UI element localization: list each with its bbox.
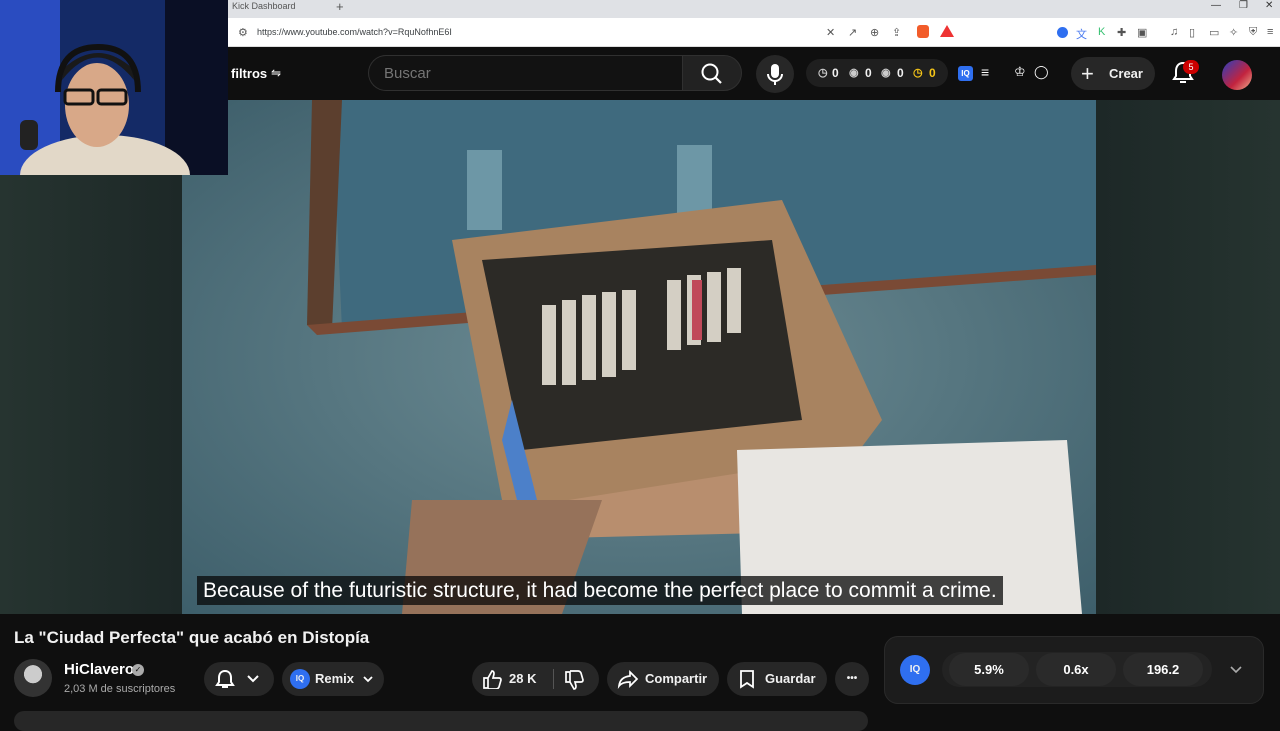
video-title: La "Ciudad Perfecta" que acabó en Distop…: [14, 628, 370, 647]
channel-avatar[interactable]: [14, 659, 52, 697]
extension-iq-icon[interactable]: [1057, 27, 1068, 38]
save-button[interactable]: Guardar: [727, 662, 827, 696]
video-subtitle: Because of the futuristic structure, it …: [197, 576, 1003, 605]
minimize-button[interactable]: —: [1211, 0, 1221, 11]
stat-value: 0: [897, 66, 904, 80]
subscriber-count: 2,03 M de suscriptores: [64, 683, 176, 695]
extension-stats[interactable]: ◷ 0 ◉ 0 ◉ 0 ◷ 0: [806, 59, 948, 87]
like-dislike-group: 28 K: [472, 662, 599, 696]
clock-icon: ◷: [913, 67, 923, 79]
iq-extension-icon[interactable]: IQ: [958, 66, 973, 81]
iq-value: 5.9%: [949, 653, 1029, 686]
translate-icon[interactable]: 文: [1076, 26, 1087, 42]
share-icon: [617, 669, 639, 689]
url-field[interactable]: https://www.youtube.com/watch?v=RquNofhn…: [257, 27, 452, 37]
menu-icon[interactable]: ≡: [1267, 26, 1273, 38]
verified-check-icon: ✓: [132, 664, 144, 676]
search-button[interactable]: [682, 55, 742, 91]
bell-icon: [215, 669, 235, 688]
trophy-icon[interactable]: ♔: [1014, 64, 1026, 80]
sidebar-icon[interactable]: ▯: [1189, 26, 1195, 39]
extensions-puzzle-icon[interactable]: ✚: [1117, 26, 1126, 39]
microphone-icon: [767, 64, 783, 85]
clock-icon: ◷: [818, 67, 828, 79]
maximize-button[interactable]: ❐: [1239, 0, 1248, 11]
media-icon[interactable]: ♫: [1170, 26, 1178, 38]
browser-tab[interactable]: Kick Dashboard: [228, 0, 332, 18]
channel-name[interactable]: HiClavero: [64, 661, 134, 678]
new-tab-button[interactable]: +: [336, 0, 344, 14]
video-frame[interactable]: [182, 100, 1096, 614]
brave-rewards-icon[interactable]: [940, 25, 954, 37]
create-button[interactable]: + Crear: [1071, 57, 1155, 90]
camera-off-icon[interactable]: ✕: [826, 26, 835, 39]
plus-icon: +: [1081, 61, 1094, 86]
save-label: Guardar: [765, 671, 816, 686]
user-avatar[interactable]: [1222, 60, 1252, 90]
open-external-icon[interactable]: ↗: [848, 26, 857, 39]
wallet-icon[interactable]: ▭: [1209, 26, 1219, 39]
remix-button[interactable]: IQ Remix: [282, 662, 384, 696]
create-label: Crear: [1109, 66, 1143, 81]
webcam-image: [0, 0, 228, 175]
chevron-down-icon[interactable]: [1229, 664, 1243, 676]
search-input[interactable]: [368, 55, 682, 91]
chat-icon[interactable]: ◯: [1034, 64, 1049, 80]
zoom-icon[interactable]: ⊕: [870, 26, 879, 39]
search-icon: [701, 63, 722, 84]
screenshot-icon[interactable]: ▣: [1137, 26, 1147, 39]
video-image: [182, 100, 1096, 614]
vpn-icon[interactable]: ⛨: [1249, 26, 1257, 39]
share-button[interactable]: Compartir: [607, 662, 719, 696]
chevron-down-icon: [363, 676, 373, 683]
share-page-icon[interactable]: ⇪: [892, 26, 901, 39]
leo-ai-icon[interactable]: ✧: [1229, 26, 1238, 39]
chevron-down-icon: [247, 675, 259, 683]
iq-logo-icon[interactable]: IQ: [900, 655, 930, 685]
eye-icon: ◉: [849, 67, 859, 79]
description-box[interactable]: [14, 711, 868, 731]
dislike-button[interactable]: [554, 662, 599, 696]
subscribe-bell-button[interactable]: [204, 662, 274, 696]
like-count: 28 K: [509, 671, 537, 686]
iq-value: 0.6x: [1036, 653, 1116, 686]
thumbs-up-icon: [483, 670, 502, 689]
queue-icon[interactable]: ≡: [981, 64, 989, 80]
voice-search-button[interactable]: [756, 55, 794, 93]
thumbs-down-icon: [565, 670, 584, 690]
iq-badge-icon: IQ: [290, 669, 310, 689]
stat-value: 0: [865, 66, 872, 80]
bookmark-icon: [740, 670, 754, 689]
more-actions-button[interactable]: •••: [835, 662, 869, 696]
share-label: Compartir: [645, 671, 708, 686]
notification-badge: 5: [1183, 60, 1199, 74]
filters-icon[interactable]: ⇋: [271, 66, 281, 80]
tab-title: Kick Dashboard: [232, 1, 296, 11]
stat-value: 0: [832, 66, 839, 80]
webcam-overlay: [0, 0, 228, 175]
stat-value: 0: [929, 66, 936, 80]
eye-icon: ◉: [881, 67, 891, 79]
site-settings-icon[interactable]: ⚙: [238, 26, 248, 39]
kick-extension-icon[interactable]: K: [1098, 26, 1105, 38]
iq-value: 196.2: [1123, 653, 1203, 686]
filters-label[interactable]: filtros: [231, 66, 267, 81]
like-button[interactable]: 28 K: [472, 662, 552, 696]
remix-label: Remix: [315, 671, 355, 686]
close-window-button[interactable]: ✕: [1265, 0, 1273, 11]
brave-shield-icon[interactable]: [917, 25, 929, 38]
